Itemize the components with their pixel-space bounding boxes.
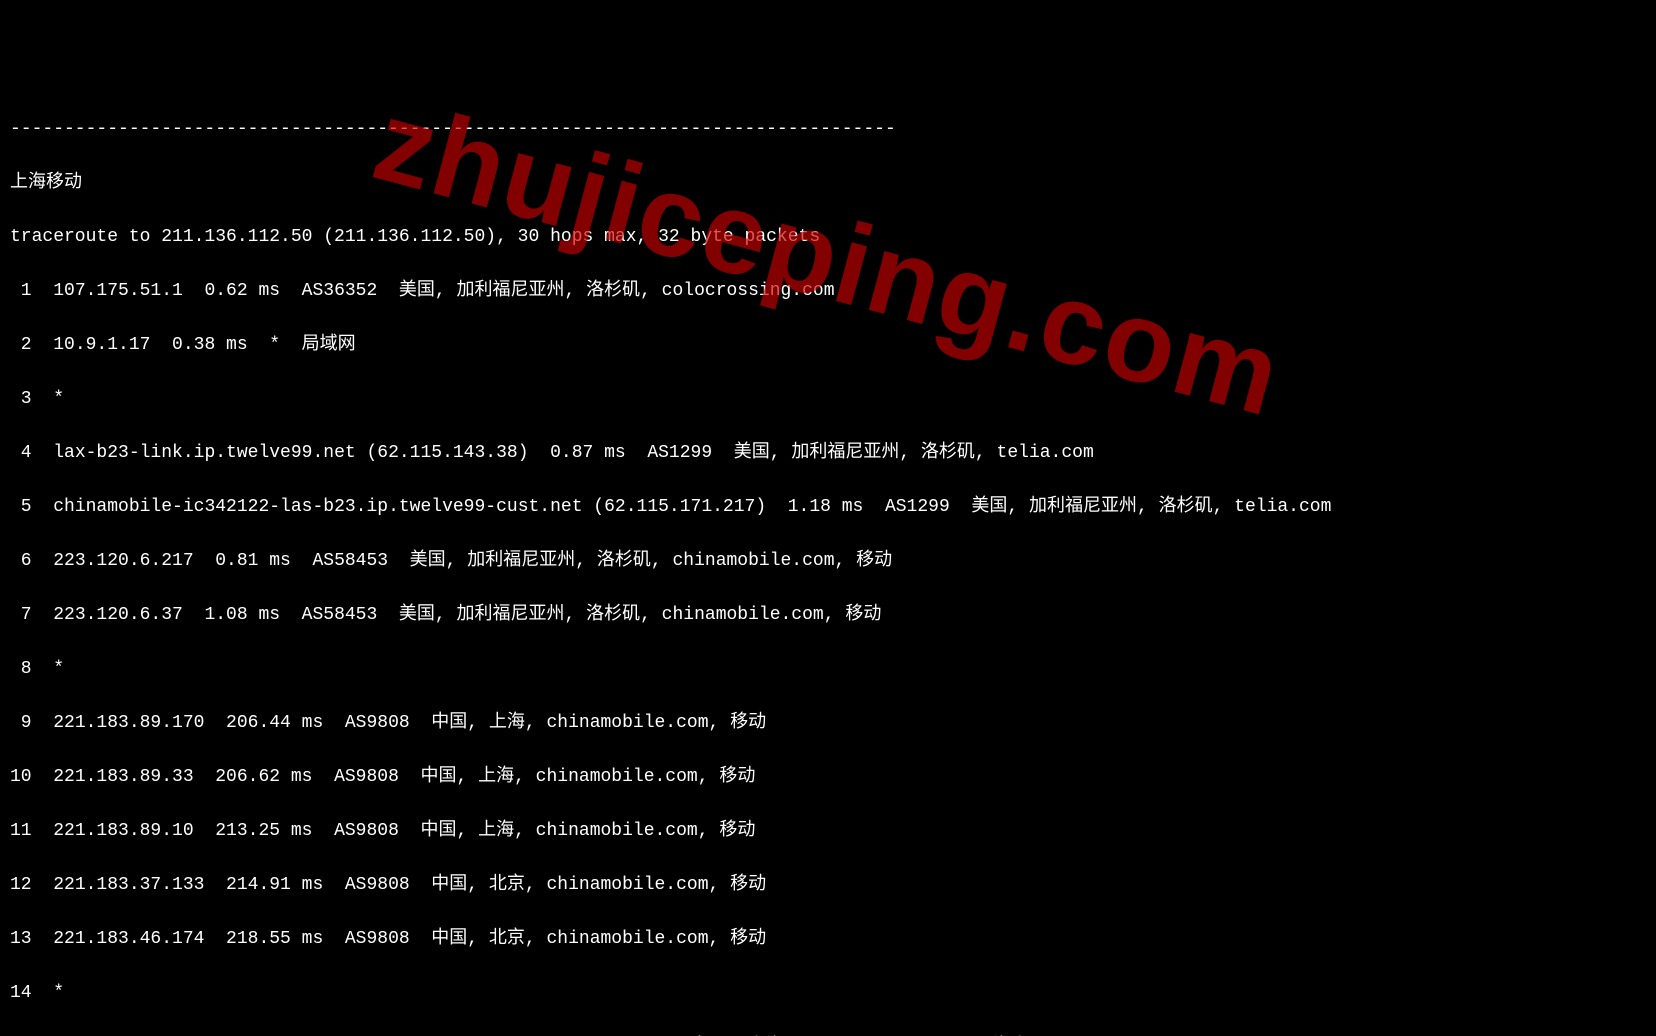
hop-row: 4 lax-b23-link.ip.twelve99.net (62.115.1…	[10, 440, 1646, 467]
hop-num: 11	[10, 821, 32, 841]
hop-num: 3	[10, 389, 32, 409]
hop-text: 223.120.6.37 1.08 ms AS58453 美国, 加利福尼亚州,…	[53, 605, 881, 625]
hop-num: 8	[10, 659, 32, 679]
hop-text: 221.183.37.133 214.91 ms AS9808 中国, 北京, …	[53, 875, 766, 895]
hop-num: 7	[10, 605, 32, 625]
hop-text: 221.183.89.170 206.44 ms AS9808 中国, 上海, …	[53, 713, 766, 733]
hop-text: 10.9.1.17 0.38 ms * 局域网	[53, 335, 355, 355]
traceroute-header: traceroute to 211.136.112.50 (211.136.11…	[10, 224, 1646, 251]
hop-num: 2	[10, 335, 32, 355]
hop-num: 6	[10, 551, 32, 571]
hop-row: 14 *	[10, 980, 1646, 1007]
hop-row: 2 10.9.1.17 0.38 ms * 局域网	[10, 332, 1646, 359]
hop-text: *	[53, 389, 64, 409]
hop-row: 8 *	[10, 656, 1646, 683]
hop-num: 13	[10, 929, 32, 949]
hop-text: lax-b23-link.ip.twelve99.net (62.115.143…	[53, 443, 1094, 463]
hop-row: 15 dns1.sh.cnmobile.net (211.136.112.50)…	[10, 1034, 1646, 1036]
hop-row: 7 223.120.6.37 1.08 ms AS58453 美国, 加利福尼亚…	[10, 602, 1646, 629]
hop-num: 4	[10, 443, 32, 463]
hop-num: 10	[10, 767, 32, 787]
hop-text: 221.183.46.174 218.55 ms AS9808 中国, 北京, …	[53, 929, 766, 949]
hop-row: 13 221.183.46.174 218.55 ms AS9808 中国, 北…	[10, 926, 1646, 953]
hop-num: 12	[10, 875, 32, 895]
hop-num: 9	[10, 713, 32, 733]
hop-text: 221.183.89.33 206.62 ms AS9808 中国, 上海, c…	[53, 767, 755, 787]
hop-text: chinamobile-ic342122-las-b23.ip.twelve99…	[53, 497, 1331, 517]
separator-line: ----------------------------------------…	[10, 116, 1646, 143]
hop-text: 223.120.6.217 0.81 ms AS58453 美国, 加利福尼亚州…	[53, 551, 892, 571]
hop-row: 9 221.183.89.170 206.44 ms AS9808 中国, 上海…	[10, 710, 1646, 737]
hop-row: 10 221.183.89.33 206.62 ms AS9808 中国, 上海…	[10, 764, 1646, 791]
hop-text: 221.183.89.10 213.25 ms AS9808 中国, 上海, c…	[53, 821, 755, 841]
hop-text: *	[53, 659, 64, 679]
hop-num: 14	[10, 983, 32, 1003]
hop-row: 12 221.183.37.133 214.91 ms AS9808 中国, 北…	[10, 872, 1646, 899]
hop-row: 11 221.183.89.10 213.25 ms AS9808 中国, 上海…	[10, 818, 1646, 845]
hop-row: 5 chinamobile-ic342122-las-b23.ip.twelve…	[10, 494, 1646, 521]
hop-num: 5	[10, 497, 32, 517]
hop-row: 1 107.175.51.1 0.62 ms AS36352 美国, 加利福尼亚…	[10, 278, 1646, 305]
hop-num: 1	[10, 281, 32, 301]
title: 上海移动	[10, 170, 1646, 197]
hop-row: 3 *	[10, 386, 1646, 413]
hop-text: *	[53, 983, 64, 1003]
hop-row: 6 223.120.6.217 0.81 ms AS58453 美国, 加利福尼…	[10, 548, 1646, 575]
hop-text: 107.175.51.1 0.62 ms AS36352 美国, 加利福尼亚州,…	[53, 281, 834, 301]
